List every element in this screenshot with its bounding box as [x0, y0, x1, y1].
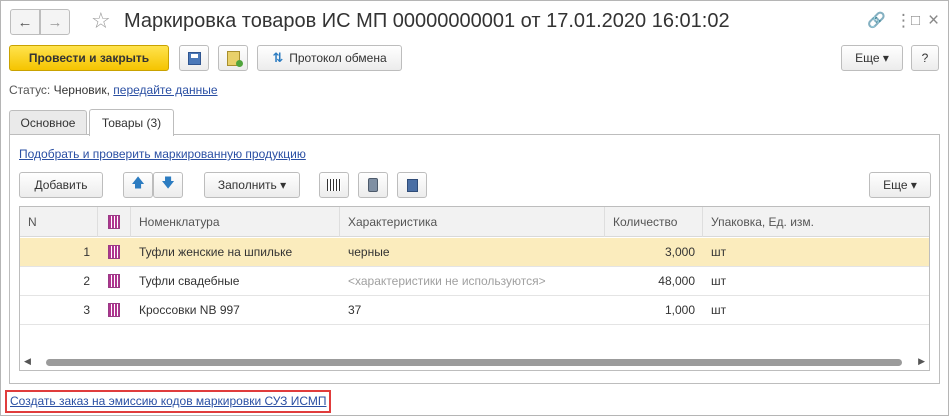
- item-unit: шт: [711, 274, 727, 288]
- exchange-arrows-icon: ⇅: [272, 50, 284, 65]
- scanner-button[interactable]: [358, 172, 388, 198]
- title-bar: ← → ☆ Маркировка товаров ИС МП 000000000…: [1, 1, 948, 41]
- document-window: ← → ☆ Маркировка товаров ИС МП 000000000…: [0, 0, 949, 416]
- marking-icon: [108, 303, 120, 317]
- tab-main[interactable]: Основное: [9, 110, 87, 135]
- barcode-button[interactable]: [319, 172, 349, 198]
- help-button[interactable]: ?: [911, 45, 939, 71]
- post-and-close-button[interactable]: Провести и закрыть: [9, 45, 169, 71]
- fill-button[interactable]: Заполнить ▾: [204, 172, 300, 198]
- select-and-check-link[interactable]: Подобрать и проверить маркированную прод…: [19, 147, 306, 161]
- highlight-frame: Создать заказ на эмиссию кодов маркировк…: [5, 390, 332, 413]
- item-quantity: 48,000: [658, 274, 695, 288]
- move-up-button[interactable]: 🡅: [123, 172, 153, 198]
- column-header-quantity[interactable]: Количество: [605, 207, 703, 237]
- status-line: Статус: Черновик, передайте данные: [9, 83, 218, 97]
- menu-icon[interactable]: ⋮: [895, 11, 912, 31]
- add-label: Добавить: [34, 178, 88, 192]
- column-header-unit[interactable]: Упаковка, Ед. изм.: [703, 207, 929, 237]
- add-button[interactable]: Добавить: [19, 172, 103, 198]
- scanner-icon: [368, 178, 378, 192]
- check-codes-icon: [406, 178, 418, 192]
- move-down-button[interactable]: 🡇: [153, 172, 183, 198]
- column-header-item[interactable]: Номенклатура: [131, 207, 340, 237]
- marking-icon: [108, 274, 120, 288]
- scroll-left-icon[interactable]: ◀: [24, 356, 31, 367]
- item-name: Туфли женские на шпильке: [139, 245, 293, 259]
- arrow-down-icon: 🡇: [161, 175, 175, 190]
- help-label: ?: [921, 51, 929, 65]
- scroll-right-icon[interactable]: ▶: [918, 356, 925, 367]
- table-row[interactable]: 2 Туфли свадебные <характеристики не исп…: [20, 267, 929, 296]
- window-title: Маркировка товаров ИС МП 00000000001 от …: [124, 10, 730, 32]
- item-unit: шт: [711, 245, 727, 259]
- check-codes-button[interactable]: [397, 172, 427, 198]
- goods-table[interactable]: N Номенклатура Характеристика Количество…: [19, 206, 930, 371]
- arrow-right-icon: →: [47, 13, 63, 31]
- arrow-left-icon: ←: [17, 13, 33, 31]
- row-number: 1: [83, 245, 90, 259]
- post-button[interactable]: [218, 45, 248, 71]
- close-icon[interactable]: ×: [928, 11, 939, 31]
- arrow-up-icon: 🡅: [131, 175, 145, 190]
- item-unit: шт: [711, 303, 727, 317]
- post-document-icon: [226, 50, 243, 67]
- save-icon: [187, 51, 201, 65]
- tab-goods[interactable]: Товары (3): [89, 109, 174, 136]
- forward-button[interactable]: →: [40, 9, 70, 35]
- barcode-icon: [327, 179, 341, 191]
- star-icon[interactable]: ☆: [91, 8, 111, 34]
- item-name: Туфли свадебные: [139, 274, 240, 288]
- more-button[interactable]: Еще ▾: [841, 45, 903, 71]
- save-button[interactable]: [179, 45, 209, 71]
- post-and-close-label: Провести и закрыть: [28, 51, 150, 65]
- item-name: Кроссовки NB 997: [139, 303, 240, 317]
- tab-main-label: Основное: [20, 116, 76, 130]
- status-label: Статус:: [9, 83, 51, 97]
- item-characteristic: черные: [348, 245, 390, 259]
- marking-icon: [108, 245, 120, 259]
- create-emission-order-link[interactable]: Создать заказ на эмиссию кодов маркировк…: [10, 394, 326, 408]
- tab-goods-label: Товары (3): [101, 116, 162, 130]
- more-label: Еще ▾: [855, 51, 889, 65]
- table-row[interactable]: 3 Кроссовки NB 997 37 1,000 шт: [20, 296, 929, 325]
- transfer-data-link[interactable]: передайте данные: [113, 83, 217, 97]
- item-quantity: 1,000: [664, 303, 695, 317]
- back-button[interactable]: ←: [10, 9, 40, 35]
- item-characteristic: 37: [348, 303, 362, 317]
- item-characteristic: <характеристики не используются>: [348, 274, 546, 288]
- row-number: 2: [83, 274, 90, 288]
- exchange-log-button[interactable]: ⇅ Протокол обмена: [257, 45, 402, 71]
- column-header-characteristic[interactable]: Характеристика: [340, 207, 605, 237]
- maximize-icon[interactable]: □: [911, 11, 920, 31]
- row-number: 3: [83, 303, 90, 317]
- link-icon[interactable]: 🔗: [867, 11, 886, 31]
- goods-more-label: Еще ▾: [883, 178, 917, 192]
- column-header-mark[interactable]: [98, 207, 131, 237]
- exchange-log-label: Протокол обмена: [289, 51, 387, 65]
- status-value: Черновик,: [53, 83, 110, 97]
- horizontal-scrollbar[interactable]: ◀ ▶: [20, 356, 929, 370]
- column-header-n[interactable]: N: [20, 207, 98, 237]
- table-header: N Номенклатура Характеристика Количество…: [20, 207, 929, 237]
- goods-more-button[interactable]: Еще ▾: [869, 172, 931, 198]
- scrollbar-thumb[interactable]: [46, 359, 902, 366]
- marking-icon: [108, 215, 120, 229]
- table-row[interactable]: 1 Туфли женские на шпильке черные 3,000 …: [20, 238, 929, 267]
- item-quantity: 3,000: [664, 245, 695, 259]
- fill-label: Заполнить ▾: [217, 178, 287, 192]
